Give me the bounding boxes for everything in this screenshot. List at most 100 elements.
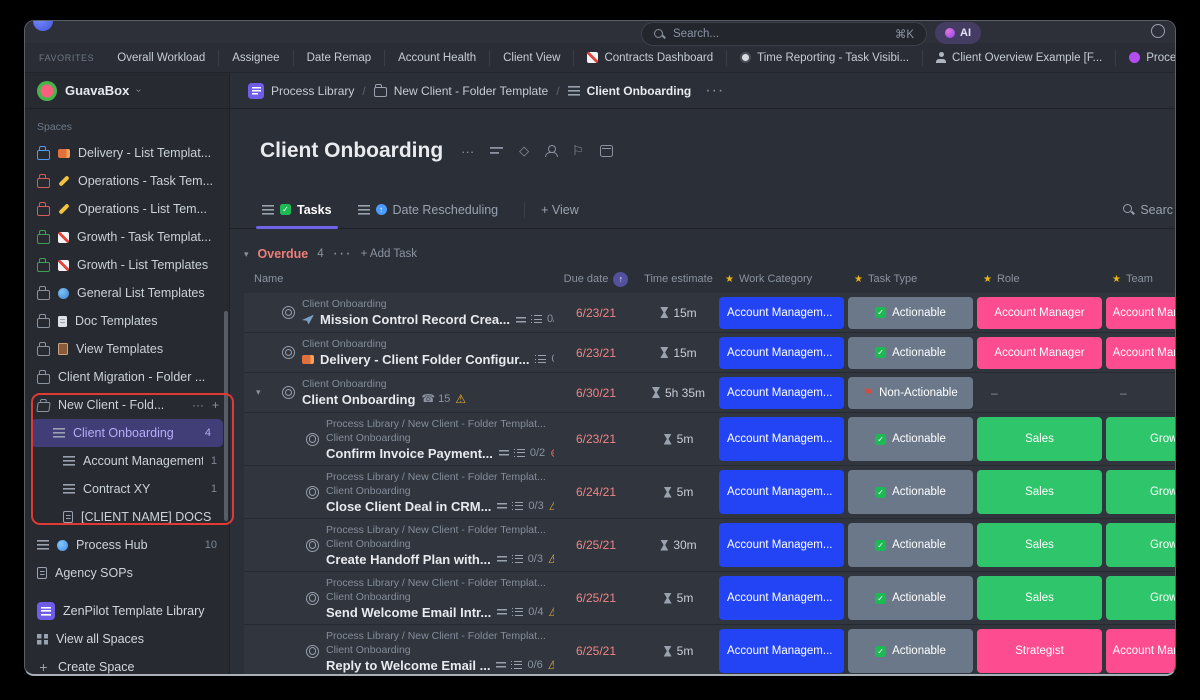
tag-team[interactable]: Account Management <box>1106 297 1175 329</box>
view-search-button[interactable]: Searc <box>1123 203 1173 217</box>
favorite-item[interactable]: Client Overview Example [F... <box>922 50 1115 66</box>
add-icon[interactable]: + <box>212 398 219 412</box>
task-row[interactable]: Process Library / New Client - Folder Te… <box>244 572 1175 625</box>
tag-team[interactable]: Growth <box>1106 523 1175 567</box>
favorite-item[interactable]: Date Remap <box>293 50 385 66</box>
clickup-logo[interactable] <box>33 20 53 31</box>
tag-team[interactable]: Growth <box>1106 470 1175 514</box>
sidebar-footer-item[interactable]: +Create Space <box>25 653 229 676</box>
tag-work-category[interactable]: Account Managem... <box>719 629 844 673</box>
calendar-icon[interactable] <box>600 145 613 157</box>
task-row[interactable]: Process Library / New Client - Folder Te… <box>244 413 1175 466</box>
tag-team[interactable]: Growth <box>1106 576 1175 620</box>
tag-task-type[interactable]: ✓Actionable <box>848 629 973 673</box>
description-icon[interactable] <box>490 147 503 155</box>
sidebar-item[interactable]: Operations - List Tem... <box>25 195 229 223</box>
status-icon[interactable] <box>306 592 319 605</box>
tag-task-type[interactable]: ✓Actionable <box>848 297 973 329</box>
tag-team[interactable]: Account Management <box>1106 629 1175 673</box>
ai-button[interactable]: AI <box>935 22 981 44</box>
favorite-item[interactable]: Time Reporting - Task Visibi... <box>726 50 922 66</box>
sidebar-item[interactable]: Account Management1 <box>25 447 229 475</box>
favorite-item[interactable]: Overall Workload <box>104 50 218 66</box>
sidebar-item[interactable]: Delivery - List Templat... <box>25 139 229 167</box>
flag-icon[interactable]: ⚐ <box>572 143 584 159</box>
status-icon[interactable] <box>282 346 295 359</box>
workspace-switcher[interactable]: GuavaBox › <box>25 73 229 109</box>
sort-ascending-icon[interactable]: ↑ <box>613 272 628 287</box>
tag-role[interactable]: Sales <box>977 523 1102 567</box>
task-row[interactable]: Process Library / New Client - Folder Te… <box>244 466 1175 519</box>
breadcrumb-item[interactable]: Process Library <box>248 83 354 99</box>
sidebar-scrollbar[interactable] <box>224 311 228 521</box>
tag-work-category[interactable]: Account Managem... <box>719 417 844 461</box>
tag-work-category[interactable]: Account Managem... <box>719 377 844 409</box>
global-search[interactable]: Search... ⌘K <box>641 22 927 46</box>
sidebar-item[interactable]: Contract XY1 <box>25 475 229 503</box>
favorite-item[interactable]: Assignee <box>218 50 292 66</box>
status-icon[interactable] <box>306 486 319 499</box>
sidebar-item[interactable]: New Client - Fold...···+ <box>25 391 229 419</box>
favorite-item[interactable]: Process Library QA [ins... <box>1115 50 1175 66</box>
task-row[interactable]: Client OnboardingMission Control Record … <box>244 293 1175 333</box>
task-row[interactable]: Client OnboardingDelivery - Client Folde… <box>244 333 1175 373</box>
sidebar-item[interactable]: Client Migration - Folder ... <box>25 363 229 391</box>
task-row[interactable]: Process Library / New Client - Folder Te… <box>244 625 1175 676</box>
status-icon[interactable] <box>306 645 319 658</box>
column-header-time-estimate[interactable]: Time estimate <box>638 273 719 285</box>
favorite-item[interactable]: Contracts Dashboard <box>573 50 726 66</box>
sidebar-item[interactable]: Process Hub10 <box>25 531 229 559</box>
sidebar-item[interactable]: View Templates <box>25 335 229 363</box>
sidebar-item[interactable]: Growth - List Templates <box>25 251 229 279</box>
tag-team[interactable]: Account Management <box>1106 337 1175 369</box>
sidebar-item[interactable]: General List Templates <box>25 279 229 307</box>
favorite-item[interactable]: Client View <box>489 50 573 66</box>
sidebar-item[interactable]: Doc Templates <box>25 307 229 335</box>
tag-role[interactable]: Sales <box>977 576 1102 620</box>
sidebar-item[interactable]: Client Onboarding4 <box>31 419 223 447</box>
collapse-caret-icon[interactable]: ▾ <box>244 249 249 260</box>
tag-task-type[interactable]: ⚑Non-Actionable <box>848 377 973 409</box>
tag-task-type[interactable]: ✓Actionable <box>848 417 973 461</box>
help-icon[interactable] <box>1151 24 1165 38</box>
tag-role[interactable]: Account Manager <box>977 337 1102 369</box>
sidebar-item[interactable]: Operations - Task Tem... <box>25 167 229 195</box>
task-row[interactable]: Process Library / New Client - Folder Te… <box>244 519 1175 572</box>
breadcrumb-item[interactable]: Client Onboarding <box>568 84 692 98</box>
status-icon[interactable] <box>282 386 295 399</box>
sidebar-item[interactable]: [CLIENT NAME] DOCS <box>25 503 229 531</box>
more-icon[interactable]: ··· <box>192 398 204 412</box>
column-header-name[interactable]: Name <box>244 273 554 285</box>
tag-work-category[interactable]: Account Managem... <box>719 523 844 567</box>
tag-task-type[interactable]: ✓Actionable <box>848 470 973 514</box>
column-header-due-date[interactable]: Due date↑ <box>554 272 638 287</box>
breadcrumb-item[interactable]: New Client - Folder Template <box>374 84 549 98</box>
breadcrumb-more-icon[interactable]: ··· <box>705 82 724 100</box>
expand-caret-icon[interactable]: ▾ <box>256 387 261 398</box>
add-task-button[interactable]: + Add Task <box>361 248 417 260</box>
tag-work-category[interactable]: Account Managem... <box>719 337 844 369</box>
more-icon[interactable]: ··· <box>461 144 474 159</box>
tag-task-type[interactable]: ✓Actionable <box>848 337 973 369</box>
sidebar-footer-item[interactable]: View all Spaces <box>25 625 229 653</box>
add-view-button[interactable]: + View <box>541 203 579 217</box>
tab-date-rescheduling[interactable]: ↑Date Rescheduling <box>356 191 501 228</box>
tag-role[interactable]: Strategist <box>977 629 1102 673</box>
tag-work-category[interactable]: Account Managem... <box>719 470 844 514</box>
status-icon[interactable] <box>282 306 295 319</box>
tag-team[interactable]: Growth <box>1106 417 1175 461</box>
automation-icon[interactable]: ◇ <box>519 143 529 159</box>
tag-task-type[interactable]: ✓Actionable <box>848 576 973 620</box>
task-row[interactable]: ▾Client OnboardingClient Onboarding☎ 15⚠… <box>244 373 1175 413</box>
tag-role[interactable]: Sales <box>977 470 1102 514</box>
tag-work-category[interactable]: Account Managem... <box>719 297 844 329</box>
tag-role[interactable]: Account Manager <box>977 297 1102 329</box>
favorite-item[interactable]: Account Health <box>384 50 489 66</box>
tag-work-category[interactable]: Account Managem... <box>719 576 844 620</box>
column-header-task-type[interactable]: ★Task Type <box>848 273 977 285</box>
column-header-role[interactable]: ★Role <box>977 273 1106 285</box>
column-header-team[interactable]: ★Team <box>1106 273 1175 285</box>
tag-role[interactable]: Sales <box>977 417 1102 461</box>
tab-tasks[interactable]: ✓Tasks <box>260 191 334 228</box>
sidebar-item[interactable]: Agency SOPs <box>25 559 229 587</box>
